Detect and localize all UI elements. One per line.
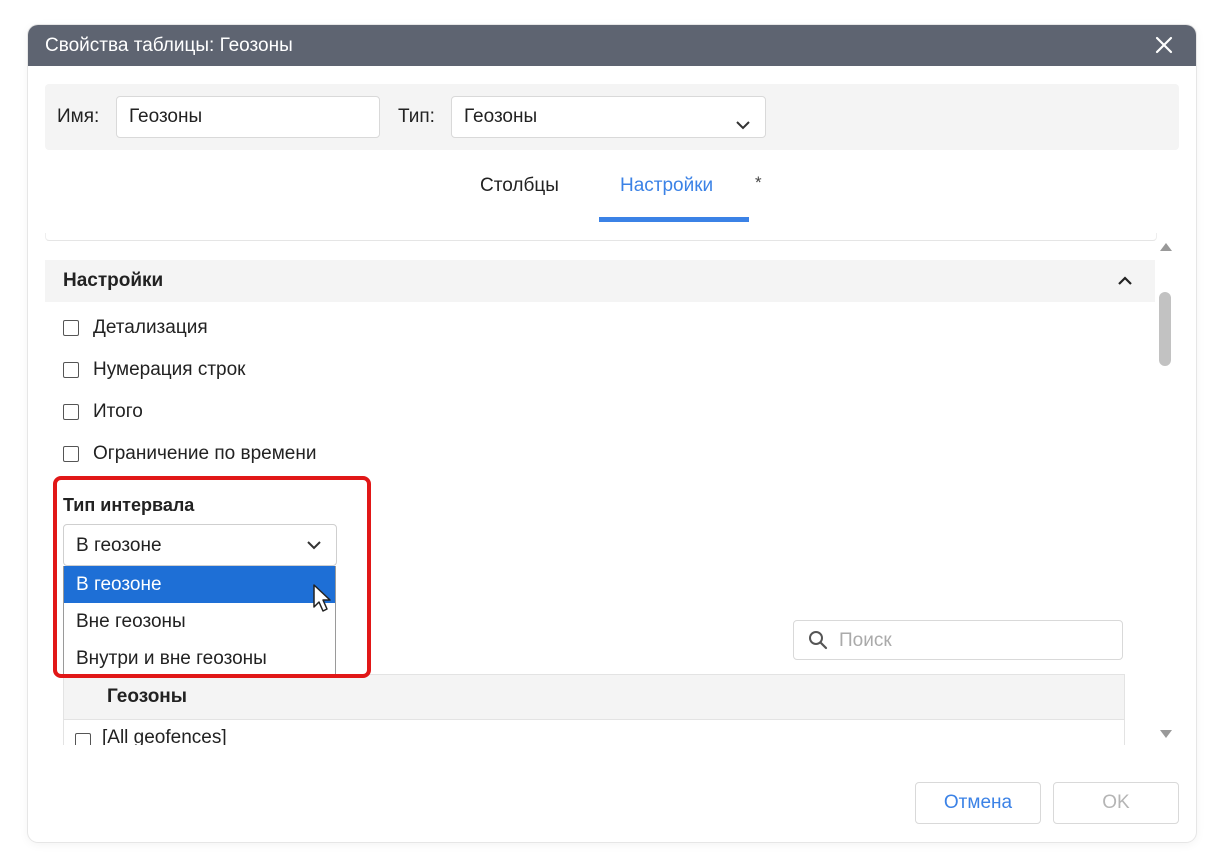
dialog-titlebar: Свойства таблицы: Геозоны (28, 25, 1196, 66)
section-title: Настройки (63, 270, 164, 291)
interval-type-label: Тип интервала (63, 495, 195, 515)
column-header-geofences: Геозоны (107, 686, 188, 707)
unsaved-marker: * (755, 173, 762, 192)
checkbox-label: Итого (93, 401, 143, 422)
option-inside-and-outside-geofence[interactable]: Внутри и вне геозоны (64, 640, 335, 677)
settings-content: Настройки Детализация Нумерация строк Ит… (45, 233, 1179, 745)
checkbox-label: Ограничение по времени (93, 443, 317, 464)
option-outside-geofence[interactable]: Вне геозоны (64, 603, 335, 640)
scroll-down-icon[interactable] (1159, 726, 1173, 744)
close-icon[interactable] (1152, 33, 1176, 57)
previous-section-edge (45, 233, 1157, 241)
table-header: Геозоны (64, 675, 1124, 720)
interval-type-options: В геозоне Вне геозоны Внутри и вне геозо… (63, 566, 336, 680)
settings-section-header[interactable]: Настройки (45, 260, 1155, 302)
scroll-up-icon[interactable] (1159, 239, 1173, 257)
option-in-geofence[interactable]: В геозоне (64, 566, 335, 603)
table-properties-dialog: Свойства таблицы: Геозоны Имя: Геозоны Т… (28, 25, 1196, 842)
checkbox[interactable] (63, 320, 79, 336)
tab-settings[interactable]: Настройки (620, 175, 713, 197)
geofence-table: Геозоны [All geofences] (63, 674, 1125, 745)
checkbox-label: Детализация (93, 317, 208, 338)
checkbox[interactable] (63, 404, 79, 420)
dialog-title: Свойства таблицы: Геозоны (45, 35, 293, 56)
checkbox[interactable] (75, 733, 91, 745)
name-label: Имя: (57, 106, 100, 127)
type-select-value: Геозоны (464, 106, 538, 127)
chevron-down-icon (306, 537, 322, 558)
checkbox[interactable] (63, 362, 79, 378)
mouse-pointer-icon (312, 583, 334, 618)
name-input-value: Геозоны (129, 106, 203, 127)
interval-type-value: В геозоне (76, 535, 162, 556)
search-icon (808, 630, 828, 655)
header-panel: Имя: Геозоны Тип: Геозоны (45, 84, 1179, 150)
interval-type-select[interactable]: В геозоне (63, 524, 337, 566)
geofence-search-input[interactable]: Поиск (793, 620, 1123, 660)
cancel-button[interactable]: Отмена (915, 782, 1041, 824)
row-label: [All geofences] (102, 727, 227, 745)
checkbox-label: Нумерация строк (93, 359, 246, 380)
chevron-down-icon (735, 108, 751, 148)
type-label: Тип: (398, 106, 435, 127)
tab-columns[interactable]: Столбцы (480, 175, 559, 197)
active-tab-indicator (599, 217, 749, 222)
content-scrollbar[interactable] (1154, 238, 1178, 744)
checkbox[interactable] (63, 446, 79, 462)
type-select[interactable]: Геозоны (451, 96, 766, 138)
table-row[interactable]: [All geofences] (64, 720, 1124, 745)
search-placeholder: Поиск (839, 630, 892, 651)
chevron-up-icon[interactable] (1117, 273, 1133, 294)
scrollbar-thumb[interactable] (1159, 292, 1171, 366)
ok-button[interactable]: OK (1053, 782, 1179, 824)
name-input[interactable]: Геозоны (116, 96, 380, 138)
